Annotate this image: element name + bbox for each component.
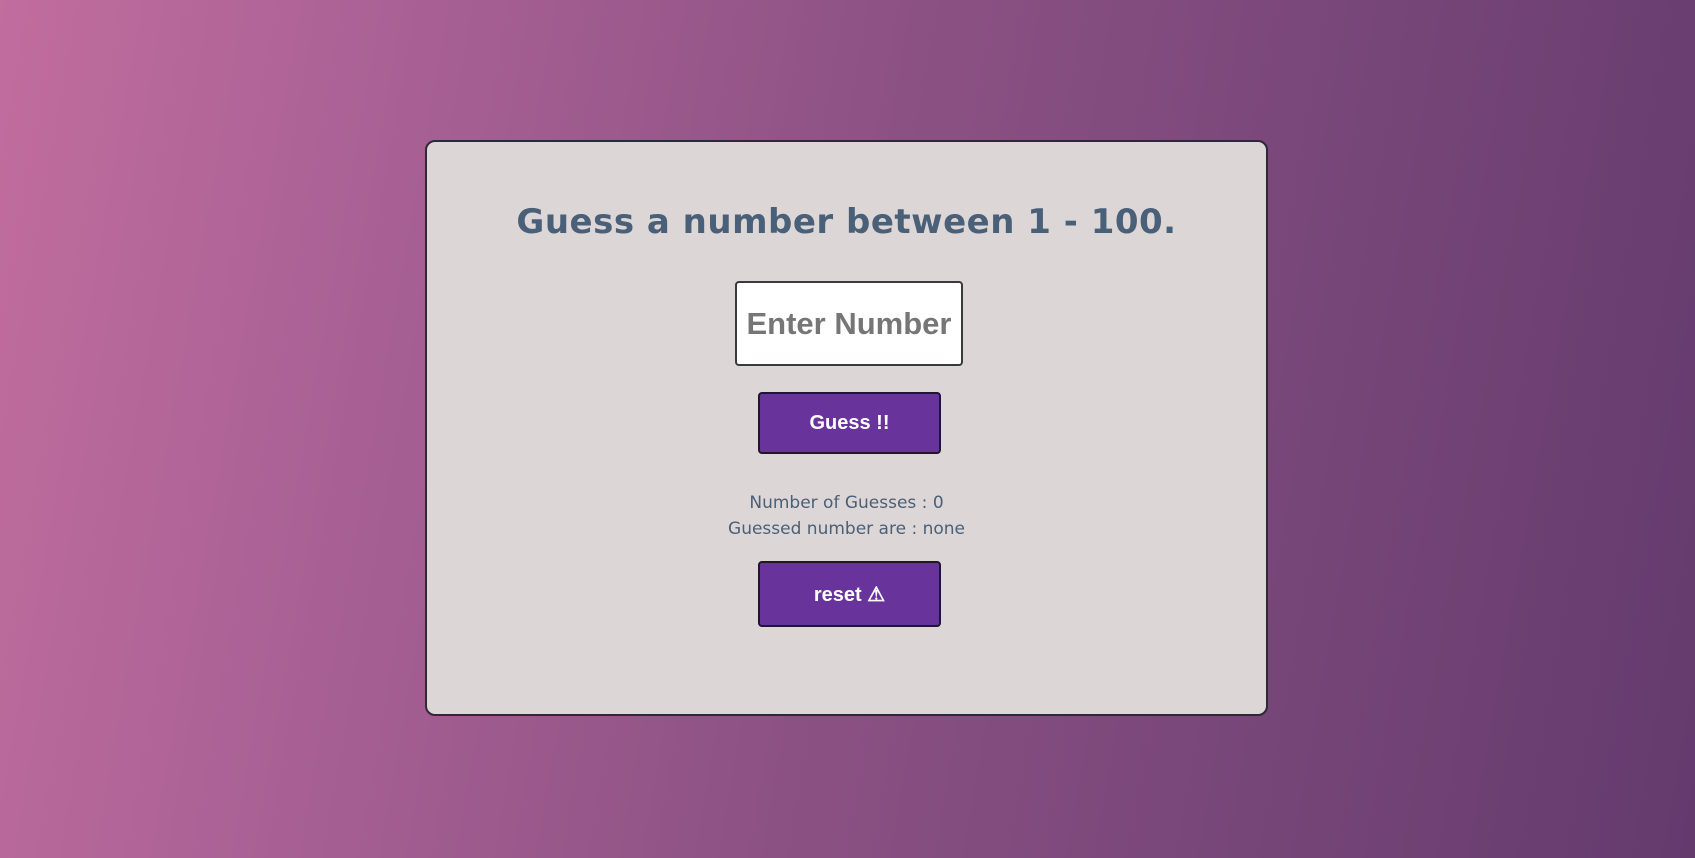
reset-button[interactable]: reset ⚠	[758, 561, 941, 627]
guess-button[interactable]: Guess !!	[758, 392, 941, 454]
page-title: Guess a number between 1 - 100.	[516, 202, 1177, 242]
guessed-numbers-text: Guessed number are : none	[728, 519, 965, 539]
game-card: Guess a number between 1 - 100. Guess !!…	[425, 140, 1268, 716]
guess-count-text: Number of Guesses : 0	[749, 493, 944, 513]
number-input[interactable]	[735, 281, 963, 366]
guess-stats: Number of Guesses : 0 Guessed number are…	[427, 490, 1266, 542]
